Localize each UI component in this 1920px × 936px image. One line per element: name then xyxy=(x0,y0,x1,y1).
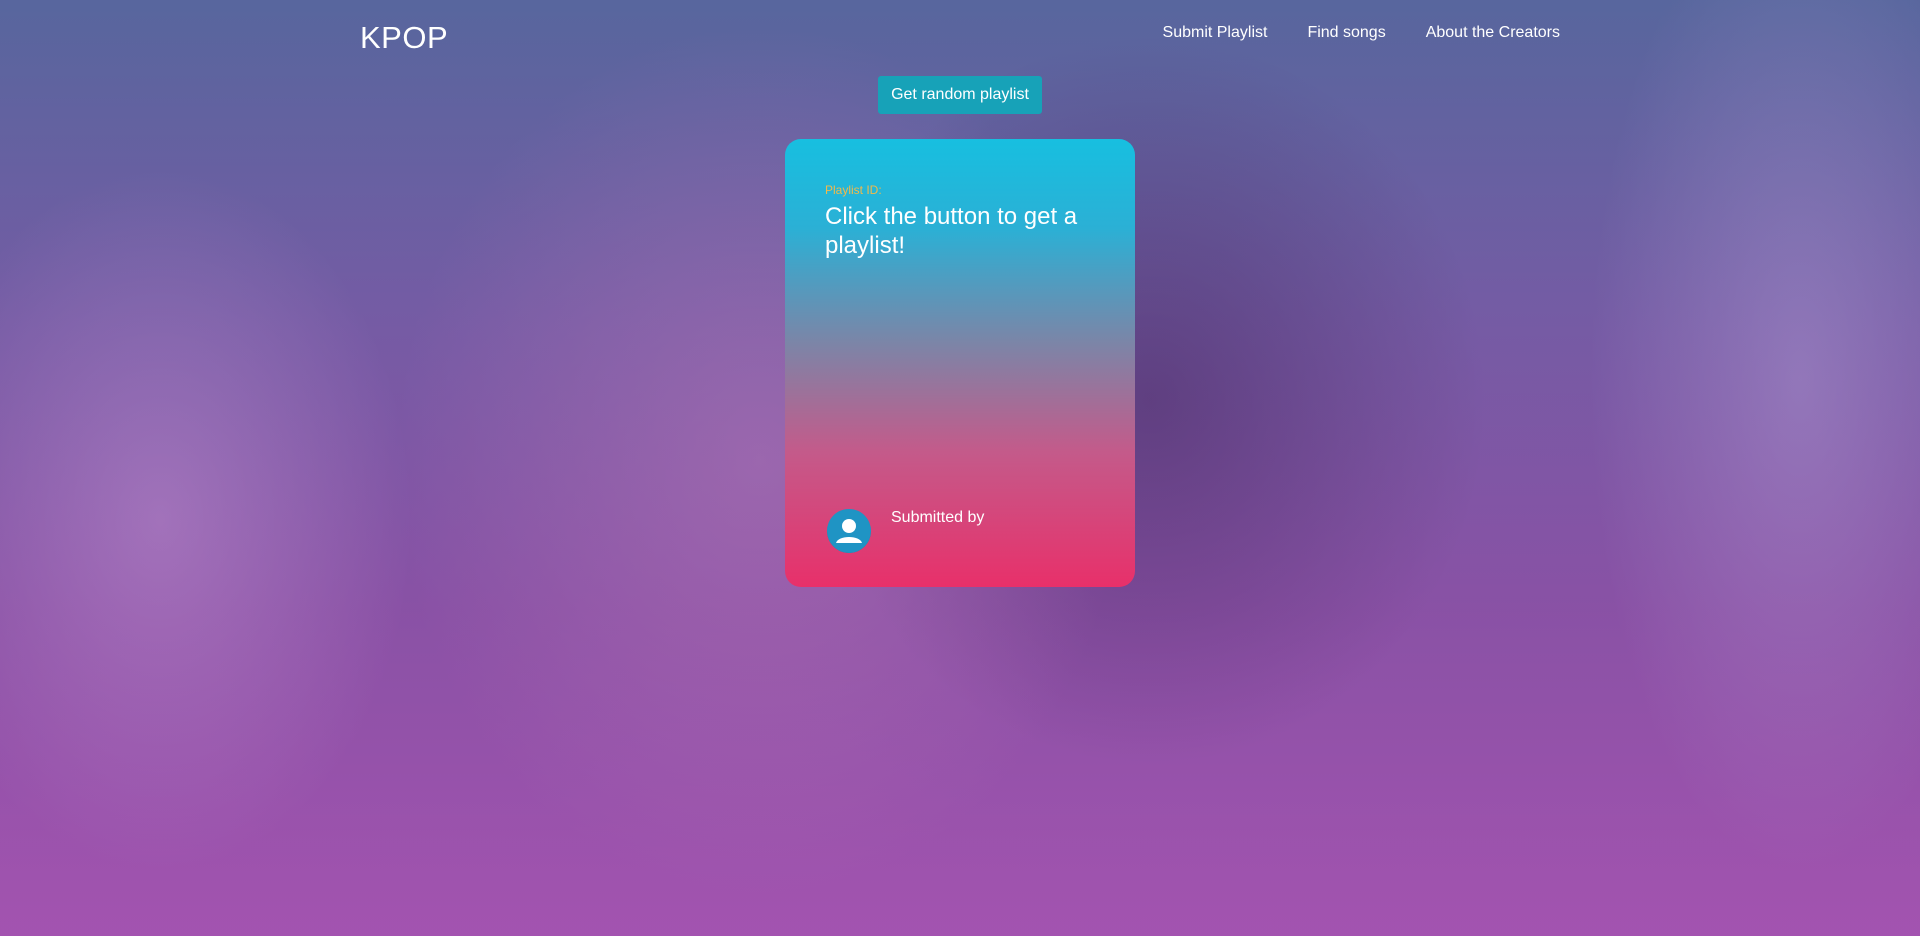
user-avatar-icon xyxy=(827,509,871,553)
submitter-info: Submitted by xyxy=(827,509,984,553)
get-random-playlist-button[interactable]: Get random playlist xyxy=(878,76,1042,114)
submitted-by-label: Submitted by xyxy=(891,509,985,526)
nav-links: Submit Playlist Find songs About the Cre… xyxy=(1163,24,1560,42)
nav-link-about-creators[interactable]: About the Creators xyxy=(1426,24,1560,42)
nav-link-submit-playlist[interactable]: Submit Playlist xyxy=(1163,24,1268,42)
navbar: KPOP Submit Playlist Find songs About th… xyxy=(360,0,1560,72)
playlist-title: Click the button to get a playlist! xyxy=(825,203,1078,259)
page: KPOP Submit Playlist Find songs About th… xyxy=(0,0,1920,936)
playlist-id-label: Playlist ID: xyxy=(825,183,882,197)
brand-logo[interactable]: KPOP xyxy=(360,20,448,56)
nav-link-find-songs[interactable]: Find songs xyxy=(1307,24,1385,42)
playlist-card: Playlist ID: Click the button to get a p… xyxy=(785,139,1135,587)
